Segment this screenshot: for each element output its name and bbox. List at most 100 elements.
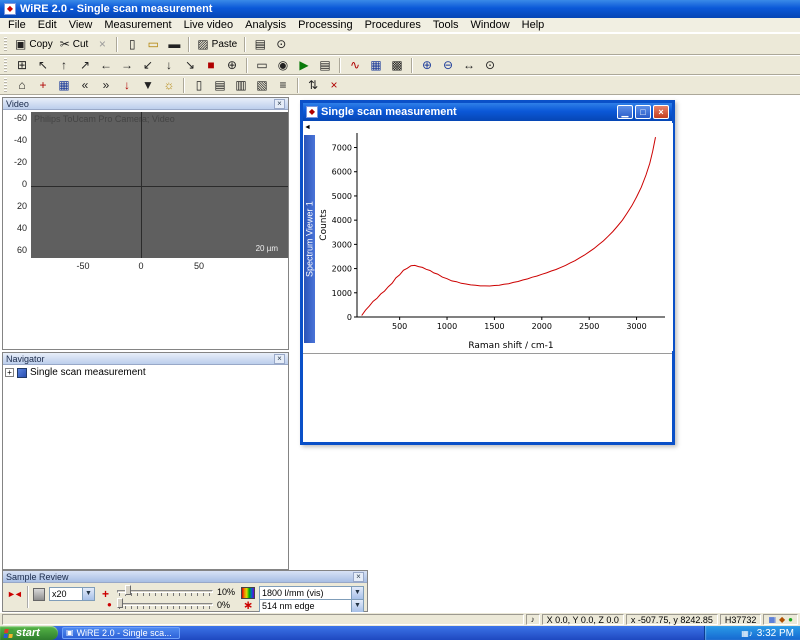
filter-wheel-icon[interactable]: ▼ [138,76,158,94]
volume-status[interactable]: ♪ [526,614,540,625]
lamp-icon[interactable]: ☼ [159,76,179,94]
notes-icon[interactable]: ≡ [273,76,293,94]
cut-button[interactable]: ✂ Cut [57,34,92,54]
close-icon[interactable]: × [353,572,364,582]
svg-text:3000: 3000 [332,240,352,249]
new-window-icon[interactable]: ▯ [189,76,209,94]
new-file-button[interactable]: ▯ [122,34,142,54]
paste-button[interactable]: ▨ Paste [194,34,240,54]
jog-up-icon[interactable]: ↑ [54,56,74,74]
print-button[interactable]: ▤ [250,34,270,54]
camera-snapshot-icon[interactable]: ◉ [273,56,293,74]
open-file-button[interactable]: ▭ [143,34,163,54]
video-panel-caption[interactable]: Video × [3,98,288,110]
jog-down-left-icon[interactable]: ↙ [138,56,158,74]
menu-item[interactable]: View [63,19,99,31]
stage-origin-icon[interactable]: ⊕ [222,56,242,74]
grating-selector[interactable]: 1800 l/mm (vis) ▼ [259,586,364,600]
tab-spectrum-viewer[interactable]: Spectrum Viewer 1 [304,135,315,343]
objective-selector[interactable]: x20 ▼ [49,587,95,601]
close-button[interactable]: × [653,105,669,119]
maximize-button[interactable]: □ [635,105,651,119]
spectrum-chart[interactable]: 5001000150020002500300001000200030004000… [317,123,673,351]
laser-shutter-icon[interactable]: ►◄ [7,589,21,599]
start-button[interactable]: start [0,626,58,640]
jog-right-icon[interactable]: → [117,56,137,74]
focus-slider[interactable] [117,598,213,609]
tray-network-icon[interactable]: ▦ [741,629,749,638]
menu-item[interactable]: Edit [32,19,63,31]
montage-view-icon[interactable]: ▩ [387,56,407,74]
beam-align-icon[interactable]: + [33,76,53,94]
slider-thumb[interactable] [117,598,123,608]
zoom-in-icon[interactable]: ⊕ [417,56,437,74]
toolbar-button-icon: ⊕ [227,59,237,71]
stage-map-icon[interactable]: ▦ [54,76,74,94]
save-file-button[interactable]: ▬ [164,34,184,54]
menu-item[interactable]: Procedures [359,19,427,31]
system-tray: ▦♪ 3:32 PM [704,626,800,640]
toolbar-standard: ▣ Copy ✂ Cut × ▯ ▭ ▬ ▨ Paste ▤ [0,33,800,55]
jog-down-icon[interactable]: ↓ [159,56,179,74]
close-icon[interactable]: × [274,354,285,364]
video-options-icon[interactable]: ▤ [315,56,335,74]
toolbar-grip[interactable] [4,37,7,51]
chevron-down-icon[interactable]: ▼ [82,588,94,600]
chevron-down-icon[interactable]: ▼ [351,600,363,612]
spectrum-view-icon[interactable]: ∿ [345,56,365,74]
close-icon[interactable]: × [274,99,285,109]
focus-down-icon[interactable]: ↓ [117,76,137,94]
step-forward-icon[interactable]: » [96,76,116,94]
delete-button[interactable]: × [92,34,112,54]
jog-down-right-icon[interactable]: ↘ [180,56,200,74]
clock[interactable]: 3:32 PM [757,628,794,639]
taskbar-item-wire[interactable]: ▣ WiRE 2.0 - Single sca... [62,627,180,639]
menu-item[interactable]: File [2,19,32,31]
laser-power-slider[interactable] [117,585,213,596]
navigator-panel-title: Navigator [6,354,45,364]
toolbar-grip[interactable] [4,58,7,72]
sample-review-caption[interactable]: Sample Review × [3,571,367,583]
pan-view-icon[interactable]: ↔ [459,56,479,74]
abort-icon[interactable]: × [324,76,344,94]
chevron-down-icon[interactable]: ▼ [351,587,363,599]
jog-up-left-icon[interactable]: ↖ [33,56,53,74]
minimize-button[interactable]: ▁ [617,105,633,119]
step-back-icon[interactable]: « [75,76,95,94]
stage-navigator-icon[interactable]: ⊞ [12,56,32,74]
spectrum-window-title-bar[interactable]: ◆ Single scan measurement ▁ □ × [303,103,672,121]
dock-arrow-icon[interactable]: ◄ [304,124,311,131]
menu-item[interactable]: Analysis [239,19,292,31]
zoom-out-icon[interactable]: ⊖ [438,56,458,74]
jog-up-right-icon[interactable]: ↗ [75,56,95,74]
live-video-icon[interactable]: ▶ [294,56,314,74]
tree-expand-icon[interactable]: + [5,368,14,377]
map-view-icon[interactable]: ▦ [366,56,386,74]
print-preview-button[interactable]: ⊙ [271,34,291,54]
menu-item[interactable]: Live video [178,19,240,31]
jog-left-icon[interactable]: ← [96,56,116,74]
slider-thumb[interactable] [125,585,131,595]
menu-item[interactable]: Tools [427,19,465,31]
beam-crosshair-icon[interactable]: + [102,587,109,601]
navigator-panel-caption[interactable]: Navigator × [3,353,288,365]
layout-icon[interactable]: ▥ [231,76,251,94]
report-icon[interactable]: ▤ [210,76,230,94]
video-window-icon[interactable]: ▭ [252,56,272,74]
fit-view-icon[interactable]: ⊙ [480,56,500,74]
copy-button[interactable]: ▣ Copy [12,34,56,54]
spectrum-window-icon: ◆ [306,106,318,118]
grid-view-icon[interactable]: ▧ [252,76,272,94]
instrument-setup-icon[interactable]: ⌂ [12,76,32,94]
live-video-image[interactable]: Philips ToUcam Pro Camera; Video 20 µm [31,112,288,258]
filter-selector[interactable]: 514 nm edge ▼ [259,599,364,613]
tray-volume-icon[interactable]: ♪ [749,629,753,638]
queue-icon[interactable]: ⇅ [303,76,323,94]
stage-stop-icon[interactable]: ■ [201,56,221,74]
tree-item-single-scan-measurement[interactable]: + Single scan measurement [5,367,286,378]
menu-item[interactable]: Measurement [98,19,177,31]
menu-item[interactable]: Processing [292,19,358,31]
menu-item[interactable]: Help [516,19,551,31]
menu-item[interactable]: Window [465,19,516,31]
toolbar-grip[interactable] [4,78,7,92]
